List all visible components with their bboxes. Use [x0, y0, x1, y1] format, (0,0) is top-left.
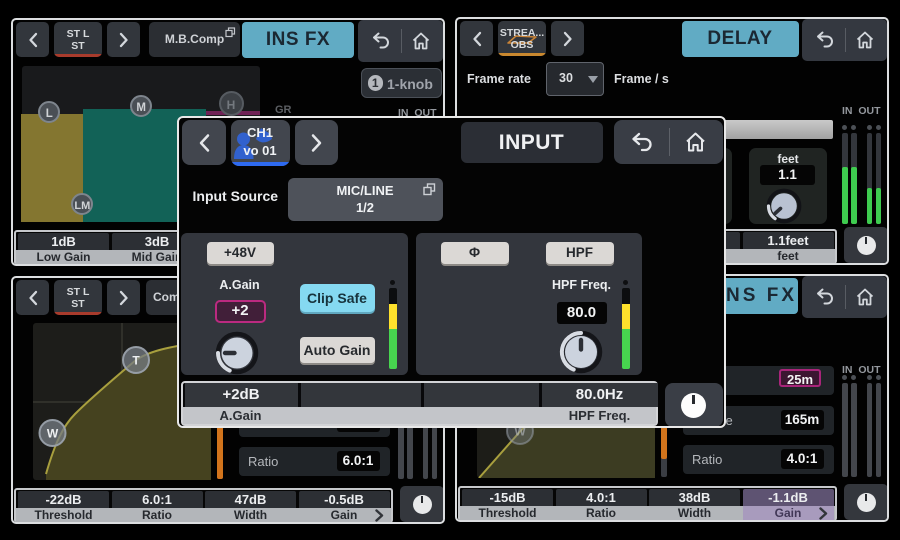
svg-text:W: W: [47, 427, 59, 441]
svg-text:T: T: [132, 354, 140, 368]
